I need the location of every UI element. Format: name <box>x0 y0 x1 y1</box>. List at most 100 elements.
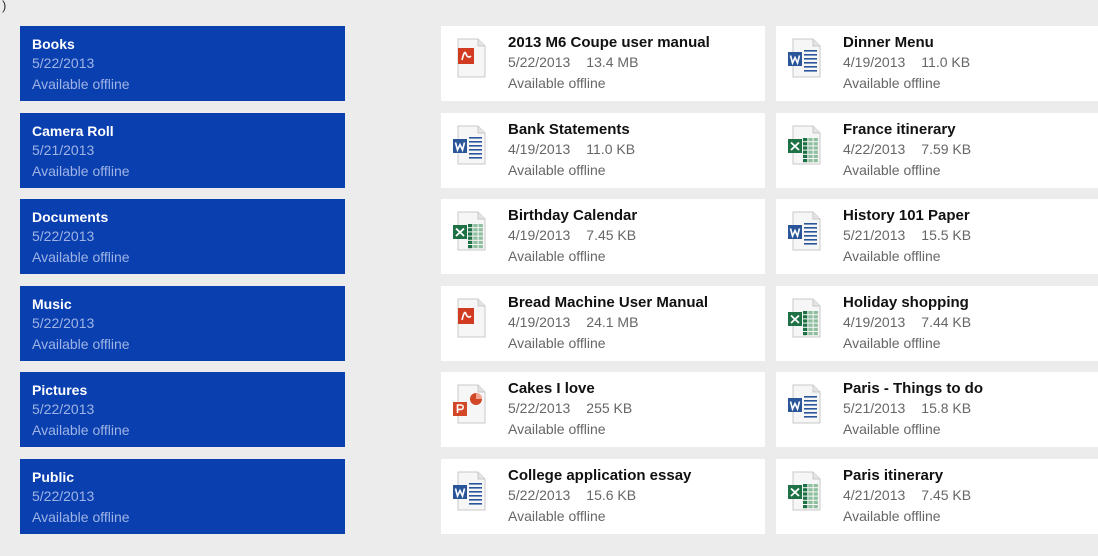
excel-icon-graphic <box>453 211 486 251</box>
excel-icon <box>787 471 821 511</box>
file-date: 5/21/2013 <box>843 400 906 416</box>
file-meta: 5/21/2013 15.5 KB <box>843 225 1098 246</box>
folder-tile[interactable]: Public 5/22/2013 Available offline <box>20 458 345 534</box>
file-status: Available offline <box>843 75 941 91</box>
folder-status: Available offline <box>32 422 130 438</box>
folder-date: 5/22/2013 <box>32 487 95 504</box>
file-tile[interactable]: Bread Machine User Manual 4/19/2013 24.1 M… <box>441 285 765 361</box>
file-status: Available offline <box>508 75 606 91</box>
file-status: Available offline <box>843 334 941 351</box>
file-tile[interactable]: College application essay 5/22/2013 15.6 K… <box>441 458 765 534</box>
folder-tile[interactable]: Camera Roll 5/21/2013 Available offline <box>20 112 345 188</box>
file-tile[interactable]: Bank Statements 4/19/2013 11.0 KB Available… <box>441 112 765 188</box>
file-date: 4/19/2013 <box>843 54 906 70</box>
file-date: 5/22/2013 <box>508 486 571 503</box>
file-status: Available offline <box>508 507 606 524</box>
pdf-icon-graphic <box>457 38 486 78</box>
file-meta: 4/19/2013 7.44 KB <box>843 312 1098 333</box>
file-size: 7.45 KB <box>921 486 972 503</box>
file-meta: 5/22/2013 15.6 KB <box>508 485 765 506</box>
file-tile[interactable]: History 101 Paper 5/21/2013 15.5 KB Availab… <box>776 199 1098 274</box>
excel-icon <box>787 125 821 165</box>
file-size: 11.0 KB <box>921 54 971 70</box>
powerpoint-icon-graphic <box>453 384 486 424</box>
file-tile[interactable]: Paris - Things to do 5/21/2013 15.8 KB Avai… <box>776 372 1098 447</box>
file-title: Paris itinerary <box>843 466 944 484</box>
file-date: 5/22/2013 <box>508 400 571 416</box>
word-icon <box>787 384 821 424</box>
file-tile[interactable]: 2013 M6 Coupe user manual 5/22/2013 13.4 M… <box>441 26 765 101</box>
excel-icon-graphic <box>788 471 821 510</box>
file-tile[interactable]: Birthday Calendar 4/19/2013 7.45 KB Availab… <box>441 199 765 274</box>
folder-status: Available offline <box>32 335 130 352</box>
folder-tile[interactable]: Pictures 5/22/2013 Available offline <box>20 372 345 447</box>
file-title: Bread Machine User Manual <box>508 293 709 311</box>
file-status: Available offline <box>843 421 941 437</box>
word-icon <box>787 38 821 78</box>
folder-tile[interactable]: Books 5/22/2013 Available offline <box>20 26 345 101</box>
file-status: Available offline <box>508 161 606 178</box>
file-grid: 2013 M6 Coupe user manual 5/22/2013 13.4 M… <box>441 26 1098 545</box>
file-date: 4/21/2013 <box>843 486 906 503</box>
file-size: 7.59 KB <box>921 140 972 157</box>
folder-status: Available offline <box>32 249 130 265</box>
file-meta: 4/19/2013 7.45 KB <box>508 225 765 246</box>
file-meta: 4/19/2013 24.1 MB <box>508 312 765 333</box>
file-title: Paris - Things to do <box>843 380 984 397</box>
file-tile[interactable]: Cakes I love 5/22/2013 255 KB Available off… <box>441 372 765 447</box>
excel-icon-graphic <box>788 125 821 164</box>
file-meta: 5/21/2013 15.8 KB <box>843 398 1098 419</box>
file-date: 4/19/2013 <box>843 313 906 330</box>
file-title: Cakes I love <box>508 380 595 397</box>
file-tile[interactable]: France itinerary 4/22/2013 7.59 KB Availabl… <box>776 112 1098 188</box>
excel-icon <box>452 211 486 251</box>
file-size: 24.1 MB <box>586 313 639 330</box>
folder-tile[interactable]: Documents 5/22/2013 Available offline <box>20 199 345 274</box>
folder-tile[interactable]: Music 5/22/2013 Available offline <box>20 285 345 361</box>
folder-name: Public <box>32 468 75 485</box>
pdf-icon-graphic <box>457 298 486 337</box>
folder-status: Available offline <box>32 76 130 92</box>
file-status: Available offline <box>508 248 606 264</box>
file-date: 4/19/2013 <box>508 313 571 330</box>
powerpoint-icon <box>452 384 486 424</box>
file-tile[interactable]: Dinner Menu 4/19/2013 11.0 KB Available off… <box>776 26 1098 101</box>
file-status: Available offline <box>843 248 941 264</box>
file-size: 7.44 KB <box>921 313 972 330</box>
file-size: 15.8 KB <box>921 400 972 416</box>
file-meta: 5/22/2013 13.4 MB <box>508 52 765 73</box>
folder-name: Pictures <box>32 382 88 398</box>
file-date: 5/21/2013 <box>843 227 906 243</box>
file-title: Birthday Calendar <box>508 207 638 224</box>
folder-date: 5/21/2013 <box>32 141 95 158</box>
file-size: 255 KB <box>586 400 633 416</box>
file-size: 7.45 KB <box>586 227 637 243</box>
file-title: History 101 Paper <box>843 207 970 224</box>
pdf-icon <box>452 298 486 338</box>
file-title: Bank Statements <box>508 120 630 138</box>
file-date: 4/19/2013 <box>508 227 571 243</box>
excel-icon-graphic <box>788 298 821 337</box>
folder-date: 5/22/2013 <box>32 314 95 331</box>
folder-date: 5/22/2013 <box>32 228 95 244</box>
word-icon <box>452 471 486 511</box>
file-status: Available offline <box>508 421 606 437</box>
file-meta: 5/22/2013 255 KB <box>508 398 765 419</box>
folder-list: Books 5/22/2013 Available offline Camera… <box>20 26 345 545</box>
file-title: College application essay <box>508 466 692 484</box>
file-tile[interactable]: Holiday shopping 4/19/2013 7.44 KB Availabl… <box>776 285 1098 361</box>
folder-status: Available offline <box>32 162 130 179</box>
file-status: Available offline <box>843 161 941 178</box>
word-icon-graphic <box>453 471 486 510</box>
corner-mark: ) <box>2 0 7 13</box>
file-title: 2013 M6 Coupe user manual <box>508 34 710 51</box>
file-title: Dinner Menu <box>843 34 934 51</box>
word-icon-graphic <box>453 125 486 164</box>
file-status: Available offline <box>508 334 606 351</box>
file-date: 4/19/2013 <box>508 140 571 157</box>
word-icon <box>787 211 821 251</box>
file-tile[interactable]: Paris itinerary 4/21/2013 7.45 KB Available… <box>776 458 1098 534</box>
file-size: 15.6 KB <box>586 486 637 503</box>
folder-date: 5/22/2013 <box>32 401 95 417</box>
file-date: 4/22/2013 <box>843 140 906 157</box>
